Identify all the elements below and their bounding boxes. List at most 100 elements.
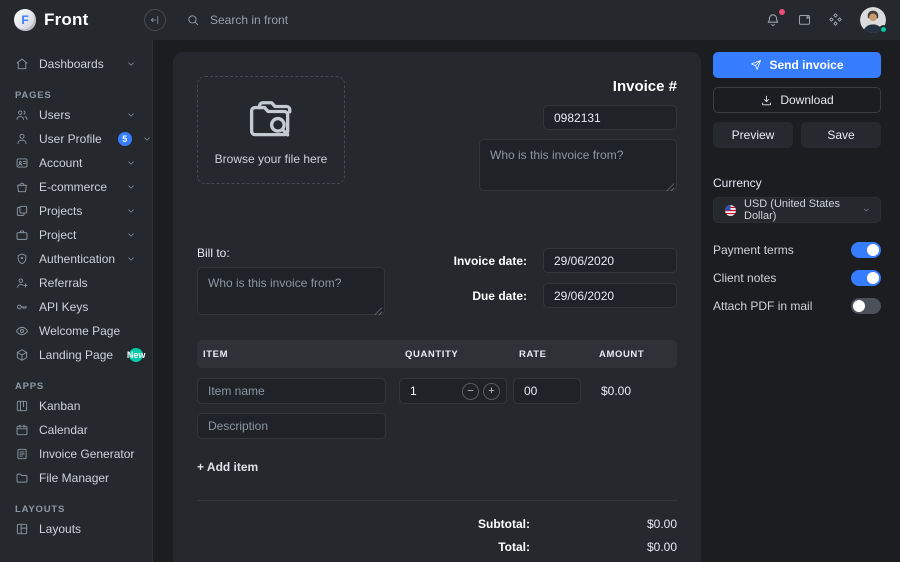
sidebar-item-label: Users (39, 108, 70, 122)
apps-diamond-icon (828, 12, 843, 27)
shield-icon (15, 252, 29, 266)
preview-button[interactable]: Preview (713, 122, 793, 148)
action-panel: Send invoice Download Preview Save Curre… (713, 52, 881, 562)
basket-icon (15, 180, 29, 194)
bill-to-textarea[interactable] (197, 267, 385, 315)
apps-button[interactable] (827, 12, 843, 28)
sidebar-item-account[interactable]: Account (0, 151, 152, 175)
col-header-rate: RATE (513, 349, 593, 360)
col-header-quantity: QUANTITY (399, 349, 513, 360)
attach-pdf-row: Attach PDF in mail (713, 298, 881, 314)
key-icon (15, 300, 29, 314)
sidebar-item-label: Dashboards (39, 57, 104, 71)
sidebar-item-authentication[interactable]: Authentication (0, 247, 152, 271)
sidebar-item-welcome-page[interactable]: Welcome Page (0, 319, 152, 343)
add-item-button[interactable]: + Add item (197, 460, 258, 474)
sidebar-item-ecommerce[interactable]: E-commerce (0, 175, 152, 199)
quantity-decrease-button[interactable]: − (462, 383, 479, 400)
save-button[interactable]: Save (801, 122, 881, 148)
invoice-card: Browse your file here Invoice # Bill to:… (173, 52, 701, 562)
paper-plane-icon (750, 59, 762, 71)
sidebar-item-user-profile[interactable]: User Profile 5 (0, 127, 152, 151)
online-status-dot (879, 25, 888, 34)
quantity-increase-button[interactable]: + (483, 383, 500, 400)
total-label: Total: (498, 540, 530, 554)
sidebar-item-label: Layouts (39, 522, 81, 536)
invoice-from-wrap (479, 130, 677, 194)
sidebar-item-project[interactable]: Project (0, 223, 152, 247)
copy-icon (15, 204, 29, 218)
amount-value: $0.00 (593, 384, 677, 398)
id-card-icon (15, 156, 29, 170)
item-row: 1 − + $0.00 (197, 378, 677, 404)
sidebar-item-dashboards[interactable]: Dashboards (0, 52, 152, 76)
sidebar-item-landing-page[interactable]: Landing Page New (0, 343, 152, 367)
sidebar-section-layouts: LAYOUTS (15, 504, 152, 515)
chevron-down-icon (126, 254, 136, 264)
sidebar-item-api-keys[interactable]: API Keys (0, 295, 152, 319)
send-invoice-button[interactable]: Send invoice (713, 52, 881, 78)
sidebar-item-label: Authentication (39, 252, 115, 266)
front-logo-icon: F (14, 9, 36, 31)
avatar[interactable] (860, 7, 886, 33)
top-navbar: F Front (0, 0, 900, 40)
sidebar-item-referrals[interactable]: Referrals (0, 271, 152, 295)
plus-icon: + (488, 386, 494, 397)
subtotal-label: Subtotal: (478, 517, 530, 531)
notifications-button[interactable] (765, 12, 781, 28)
file-dropzone[interactable]: Browse your file here (197, 76, 345, 184)
eye-icon (15, 324, 29, 338)
count-badge: 5 (118, 132, 132, 146)
sidebar-section-pages: PAGES (15, 90, 152, 101)
chevron-down-icon (126, 158, 136, 168)
user-plus-icon (15, 276, 29, 290)
arrow-bar-left-icon (149, 14, 161, 26)
attach-pdf-toggle[interactable] (851, 298, 881, 314)
sidebar-item-label: Projects (39, 204, 82, 218)
currency-select[interactable]: USD (United States Dollar) (713, 197, 881, 223)
sidebar-item-calendar[interactable]: Calendar (0, 418, 152, 442)
bell-icon (765, 12, 781, 28)
due-date-input[interactable] (543, 283, 677, 308)
folder-icon (15, 471, 29, 485)
sidebar-collapse-button[interactable] (144, 9, 166, 31)
sidebar-item-label: API Keys (39, 300, 88, 314)
users-icon (15, 108, 29, 122)
new-badge: New (129, 348, 143, 362)
briefcase-icon (15, 228, 29, 242)
rate-input[interactable] (513, 378, 581, 404)
search-input[interactable] (210, 13, 360, 27)
sidebar-item-invoice-generator[interactable]: Invoice Generator (0, 442, 152, 466)
calendar-icon (15, 423, 29, 437)
chevron-down-icon (142, 134, 152, 144)
kanban-icon (15, 399, 29, 413)
brand-initial: F (21, 13, 28, 27)
sidebar-item-label: Kanban (39, 399, 80, 413)
dropzone-label: Browse your file here (215, 152, 328, 166)
global-search (186, 13, 360, 27)
payment-terms-label: Payment terms (713, 243, 794, 257)
download-button[interactable]: Download (713, 87, 881, 113)
description-input[interactable] (197, 413, 386, 439)
invoice-date-input[interactable] (543, 248, 677, 273)
client-notes-toggle[interactable] (851, 270, 881, 286)
item-name-input[interactable] (197, 378, 386, 404)
quantity-value[interactable]: 1 (410, 384, 458, 398)
sidebar-item-kanban[interactable]: Kanban (0, 394, 152, 418)
sidebar-item-label: E-commerce (39, 180, 107, 194)
chevron-down-icon (126, 59, 136, 69)
invoice-number-input[interactable] (543, 105, 677, 130)
invoice-from-textarea[interactable] (479, 139, 677, 191)
sidebar-item-layouts[interactable]: Layouts (0, 517, 152, 541)
sidebar-section-apps: APPS (15, 381, 152, 392)
home-icon (15, 57, 29, 71)
sidebar-item-file-manager[interactable]: File Manager (0, 466, 152, 490)
sidebar-item-projects[interactable]: Projects (0, 199, 152, 223)
quantity-stepper: 1 − + (399, 378, 507, 404)
mini-window-button[interactable] (796, 12, 812, 28)
payment-terms-toggle[interactable] (851, 242, 881, 258)
main-content: Browse your file here Invoice # Bill to:… (154, 40, 900, 562)
subtotal-value: $0.00 (530, 517, 677, 531)
sidebar-item-users[interactable]: Users (0, 103, 152, 127)
brand[interactable]: F Front (14, 9, 134, 31)
